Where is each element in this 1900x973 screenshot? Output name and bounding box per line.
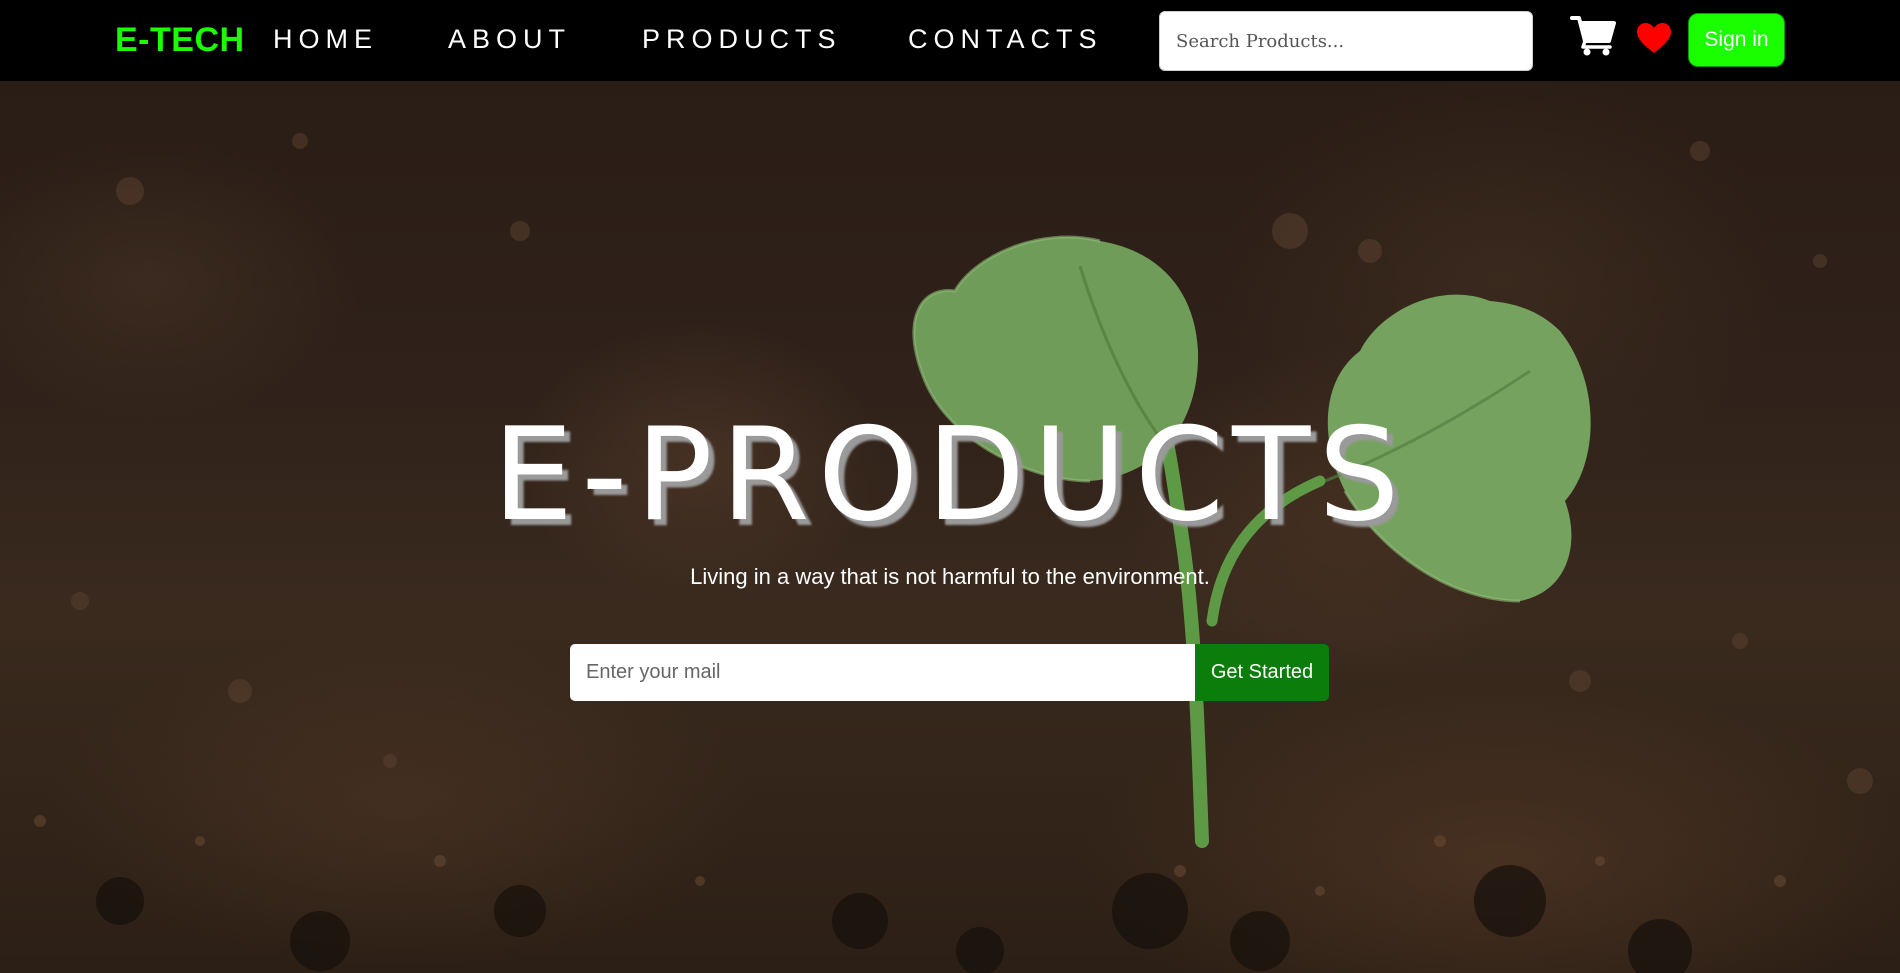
sign-in-button[interactable]: Sign in <box>1688 13 1785 67</box>
nav-link-products[interactable]: PRODUCTS <box>642 23 842 55</box>
email-signup-form: Get Started <box>570 644 1329 701</box>
hero-tagline: Living in a way that is not harmful to t… <box>690 564 1210 589</box>
brand-logo[interactable]: E-TECH <box>115 20 245 60</box>
nav-link-contacts[interactable]: CONTACTS <box>908 23 1103 55</box>
hero-section: E-PRODUCTS Living in a way that is not h… <box>0 81 1900 973</box>
cart-icon[interactable] <box>1570 14 1618 56</box>
search-box <box>1159 11 1533 71</box>
heart-icon[interactable] <box>1636 22 1672 54</box>
search-input[interactable] <box>1160 12 1532 70</box>
hero-title: E-PRODUCTS <box>492 401 1408 550</box>
get-started-button[interactable]: Get Started <box>1195 644 1329 701</box>
nav-link-about[interactable]: ABOUT <box>448 23 571 55</box>
nav-link-home[interactable]: HOME <box>273 23 378 55</box>
email-input[interactable] <box>570 644 1195 701</box>
top-navbar: E-TECH HOME ABOUT PRODUCTS CONTACTS Sign… <box>0 0 1900 81</box>
page: E-TECH HOME ABOUT PRODUCTS CONTACTS Sign… <box>0 0 1900 973</box>
